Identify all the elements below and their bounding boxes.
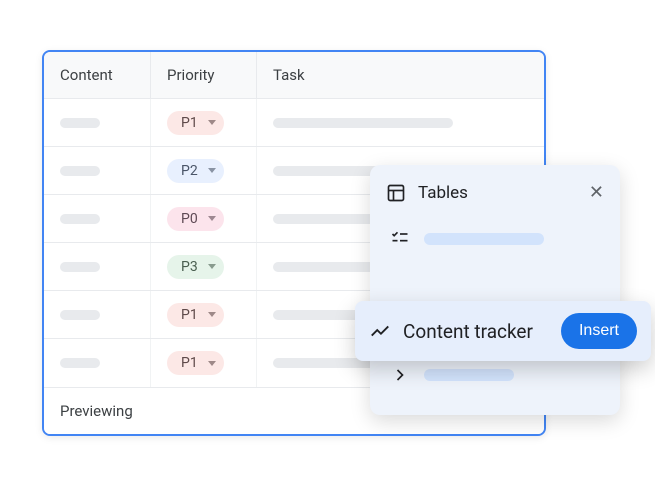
content-placeholder <box>60 358 100 368</box>
insert-button[interactable]: Insert <box>561 313 637 349</box>
chevron-down-icon <box>208 120 216 125</box>
trend-line-icon <box>369 320 391 342</box>
cell-priority[interactable]: P3 <box>150 243 256 290</box>
priority-chip[interactable]: P0 <box>167 207 224 231</box>
menu-item-placeholder <box>424 369 514 381</box>
highlight-label: Content tracker <box>403 320 549 343</box>
cell-priority[interactable]: P2 <box>150 147 256 194</box>
column-header-priority[interactable]: Priority <box>150 52 256 98</box>
cell-priority[interactable]: P0 <box>150 195 256 242</box>
task-placeholder <box>273 118 453 128</box>
priority-chip[interactable]: P2 <box>167 159 224 183</box>
cell-priority[interactable]: P1 <box>150 339 256 387</box>
priority-chip[interactable]: P3 <box>167 255 224 279</box>
menu-item-content-tracker[interactable]: Content tracker Insert <box>355 301 651 361</box>
cell-priority[interactable]: P1 <box>150 99 256 146</box>
chevron-down-icon <box>208 168 216 173</box>
content-placeholder <box>60 118 100 128</box>
priority-label: P3 <box>181 259 198 275</box>
menu-item-more[interactable] <box>386 355 604 395</box>
cell-content[interactable] <box>44 339 150 387</box>
content-placeholder <box>60 214 100 224</box>
menu-item-checklist[interactable] <box>386 219 604 259</box>
priority-label: P1 <box>181 307 198 323</box>
table-header: Content Priority Task <box>44 52 544 99</box>
chevron-down-icon <box>208 361 216 366</box>
content-placeholder <box>60 262 100 272</box>
tables-menu-panel: Tables ✕ <box>370 165 620 415</box>
chevron-down-icon <box>208 312 216 317</box>
content-placeholder <box>60 166 100 176</box>
menu-item-placeholder <box>424 233 544 245</box>
priority-chip[interactable]: P1 <box>167 303 224 327</box>
cell-content[interactable] <box>44 243 150 290</box>
menu-header: Tables ✕ <box>386 183 604 203</box>
chevron-down-icon <box>208 216 216 221</box>
priority-label: P2 <box>181 163 198 179</box>
menu-title: Tables <box>418 183 468 203</box>
column-header-content[interactable]: Content <box>44 52 150 98</box>
column-header-task[interactable]: Task <box>256 52 544 98</box>
checklist-icon <box>390 229 410 249</box>
cell-content[interactable] <box>44 147 150 194</box>
priority-label: P0 <box>181 211 198 227</box>
table-grid-icon <box>386 183 406 203</box>
close-icon[interactable]: ✕ <box>589 184 604 202</box>
chevron-right-icon <box>390 365 410 385</box>
priority-label: P1 <box>181 355 198 371</box>
content-placeholder <box>60 310 100 320</box>
cell-content[interactable] <box>44 99 150 146</box>
priority-chip[interactable]: P1 <box>167 111 224 135</box>
cell-content[interactable] <box>44 195 150 242</box>
chevron-down-icon <box>208 264 216 269</box>
table-row[interactable]: P1 <box>44 99 544 147</box>
priority-chip[interactable]: P1 <box>167 351 224 375</box>
cell-task[interactable] <box>256 99 544 146</box>
cell-content[interactable] <box>44 291 150 338</box>
cell-priority[interactable]: P1 <box>150 291 256 338</box>
priority-label: P1 <box>181 115 198 131</box>
